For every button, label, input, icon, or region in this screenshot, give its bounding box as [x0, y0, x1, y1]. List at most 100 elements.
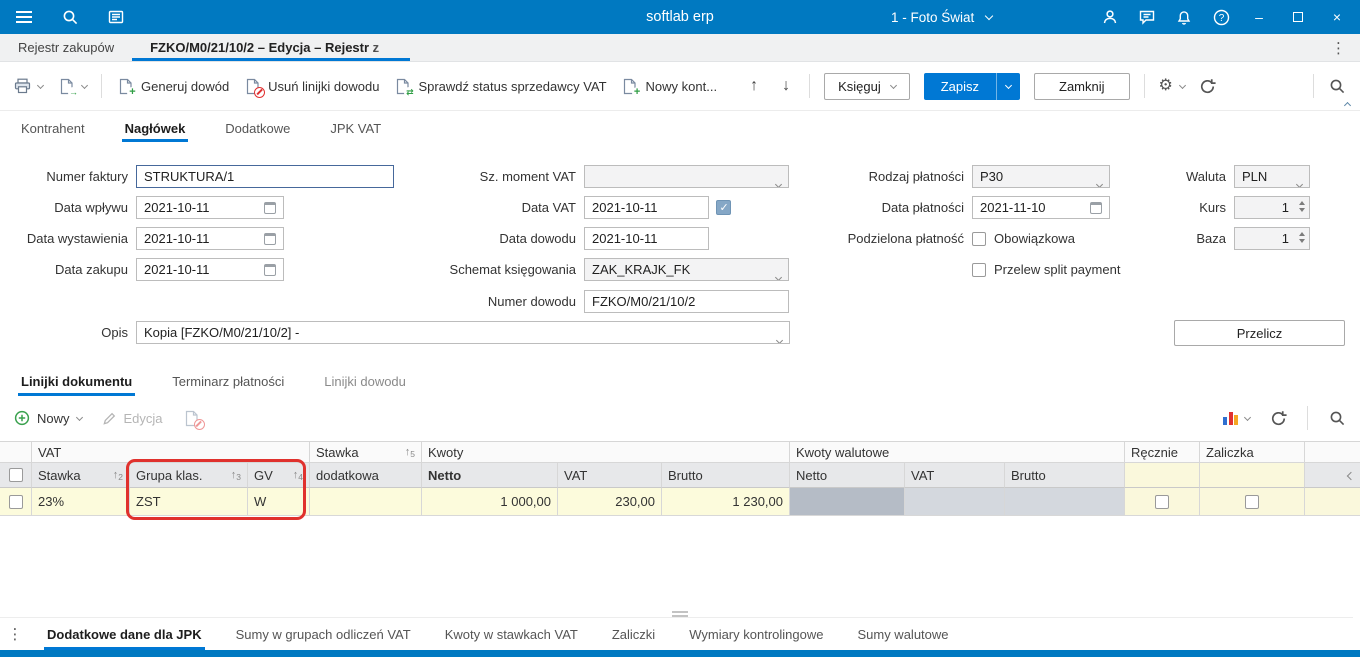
cell-w-netto[interactable] [790, 488, 905, 515]
tab-zaliczki[interactable]: Zaliczki [595, 618, 672, 650]
description-select[interactable]: Kopia [FZKO/M0/21/10/2] - [136, 321, 790, 344]
zaliczka-checkbox[interactable] [1245, 494, 1259, 509]
search-icon[interactable] [58, 5, 82, 29]
tab-kontrahent[interactable]: Kontrahent [18, 112, 88, 144]
close-document-button[interactable]: Zamknij [1034, 72, 1130, 100]
user-icon[interactable] [1098, 5, 1122, 29]
table-row[interactable]: 23% ZST W 1 000,00 230,00 1 230,00 [0, 488, 1360, 516]
new-line-button[interactable]: Nowy [14, 410, 83, 426]
tab-active-document[interactable]: FZKO/M0/21/10/2 – Edycja – Rejestr z [132, 34, 411, 61]
column-header-brutto[interactable]: Brutto [662, 463, 790, 488]
doc-number-field[interactable]: FZKO/M0/21/10/2 [584, 290, 789, 313]
tab-naglowek[interactable]: Nagłówek [121, 112, 189, 144]
maximize-button[interactable] [1285, 0, 1311, 34]
sort-indicator-5[interactable]: 5 [405, 446, 415, 459]
vat-date-checkbox[interactable] [716, 200, 731, 215]
edit-line-button[interactable]: Edycja [102, 411, 163, 426]
column-header-gv[interactable]: GV 4 [248, 463, 310, 488]
generate-doc-button[interactable]: + Generuj dowód [116, 77, 229, 98]
column-header-grupa-klas[interactable]: Grupa klas. 3 [130, 463, 248, 488]
column-header-w-netto[interactable]: Netto [790, 463, 905, 488]
column-header-recznie[interactable]: Ręcznie [1125, 442, 1200, 463]
tab-overflow-menu-icon[interactable]: ⋮ [1317, 34, 1360, 61]
issue-date-field[interactable]: 2021-10-11 [136, 227, 284, 250]
column-header-vat[interactable]: VAT [558, 463, 662, 488]
currency-select[interactable]: PLN [1234, 165, 1310, 188]
move-up-button[interactable]: ↑ [745, 77, 763, 95]
grid-refresh-button[interactable] [1270, 410, 1287, 427]
delete-doc-lines-button[interactable]: Usuń linijki dowodu [243, 77, 379, 98]
cell-gv[interactable]: W [248, 488, 310, 515]
column-header-zaliczka[interactable]: Zaliczka [1200, 442, 1305, 463]
settings-button[interactable]: ⚙ [1159, 78, 1186, 94]
print-button[interactable] [14, 78, 45, 94]
recznie-checkbox[interactable] [1155, 494, 1169, 509]
tab-wymiary-kontrolingowe[interactable]: Wymiary kontrolingowe [672, 618, 840, 650]
cell-grupa-klas[interactable]: ZST [130, 488, 248, 515]
save-dropdown[interactable] [996, 72, 1020, 100]
split-payment-transfer-checkbox[interactable] [972, 262, 986, 277]
receipt-date-field[interactable]: 2021-10-11 [136, 196, 284, 219]
recalculate-button[interactable]: Przelicz [1174, 320, 1345, 346]
doc-date-field[interactable]: 2021-10-11 [584, 227, 709, 250]
cell-stawka[interactable]: 23% [32, 488, 130, 515]
column-header-netto[interactable]: Netto [422, 463, 558, 488]
cell-stawka-dodatkowa[interactable] [310, 488, 422, 515]
vat-date-field[interactable]: 2021-10-11 [584, 196, 709, 219]
tab-linijki-dokumentu[interactable]: Linijki dokumentu [18, 365, 136, 398]
tab-dodatkowe-dane-jpk[interactable]: Dodatkowe dane dla JPK [30, 618, 219, 650]
row-checkbox[interactable] [8, 494, 23, 509]
column-header-dodatkowa[interactable]: dodatkowa [310, 463, 422, 488]
cell-brutto[interactable]: 1 230,00 [662, 488, 790, 515]
posting-schema-select[interactable]: ZAK_KRAJK_FK [584, 258, 789, 281]
stepper-arrows[interactable] [1299, 232, 1305, 243]
column-header-w-brutto[interactable]: Brutto [1005, 463, 1125, 488]
tab-jpk-vat[interactable]: JPK VAT [327, 112, 384, 144]
sort-indicator-3[interactable]: 3 [231, 469, 241, 482]
stepper-arrows[interactable] [1299, 201, 1305, 212]
news-icon[interactable] [104, 5, 128, 29]
close-button[interactable]: × [1324, 0, 1350, 34]
minimize-button[interactable]: – [1246, 0, 1272, 34]
export-button[interactable]: → [57, 77, 89, 98]
move-down-button[interactable]: ↓ [777, 77, 795, 95]
tab-dodatkowe[interactable]: Dodatkowe [222, 112, 293, 144]
post-button[interactable]: Księguj [824, 72, 910, 100]
tab-rejestr-zakupow[interactable]: Rejestr zakupów [0, 34, 132, 61]
split-payment-required-checkbox[interactable] [972, 231, 986, 246]
cell-vat[interactable]: 230,00 [558, 488, 662, 515]
cell-w-brutto[interactable] [1005, 488, 1125, 515]
collapse-toolbar-icon[interactable] [1343, 101, 1352, 110]
rate-stepper[interactable]: 1 [1234, 196, 1310, 219]
toolbar-search-button[interactable] [1328, 77, 1346, 95]
cell-netto[interactable]: 1 000,00 [422, 488, 558, 515]
column-header-stawka[interactable]: Stawka 2 [32, 463, 130, 488]
calendar-icon[interactable] [264, 232, 276, 245]
menu-icon[interactable] [12, 5, 36, 29]
tab-kwoty-stawki-vat[interactable]: Kwoty w stawkach VAT [428, 618, 595, 650]
bottom-tabs-menu-icon[interactable]: ⋮ [0, 618, 30, 650]
calendar-icon[interactable] [264, 263, 276, 276]
tab-sumy-walutowe[interactable]: Sumy walutowe [840, 618, 965, 650]
notifications-icon[interactable] [1172, 5, 1196, 29]
purchase-date-field[interactable]: 2021-10-11 [136, 258, 284, 281]
check-vat-status-button[interactable]: ⇄ Sprawdź status sprzedawcy VAT [393, 77, 607, 98]
payment-type-select[interactable]: P30 [972, 165, 1110, 188]
delete-line-button[interactable] [183, 409, 205, 430]
calendar-icon[interactable] [264, 201, 276, 214]
refresh-button[interactable] [1199, 78, 1216, 95]
new-contractor-button[interactable]: + Nowy kont... [621, 77, 717, 98]
select-all-checkbox[interactable] [8, 468, 23, 482]
collapse-panel-icon[interactable] [1346, 467, 1356, 482]
column-header-w-vat[interactable]: VAT [905, 463, 1005, 488]
invoice-number-field[interactable]: STRUKTURA/1 [136, 165, 394, 188]
company-selector[interactable]: 1 - Foto Świat [891, 10, 1069, 25]
base-stepper[interactable]: 1 [1234, 227, 1310, 250]
tab-linijki-dowodu[interactable]: Linijki dowodu [321, 365, 409, 398]
cell-w-vat[interactable] [905, 488, 1005, 515]
chart-view-button[interactable] [1223, 411, 1252, 425]
messages-icon[interactable] [1135, 5, 1159, 29]
sort-indicator-4[interactable]: 4 [293, 469, 303, 482]
help-icon[interactable]: ? [1209, 5, 1233, 29]
payment-date-field[interactable]: 2021-11-10 [972, 196, 1110, 219]
